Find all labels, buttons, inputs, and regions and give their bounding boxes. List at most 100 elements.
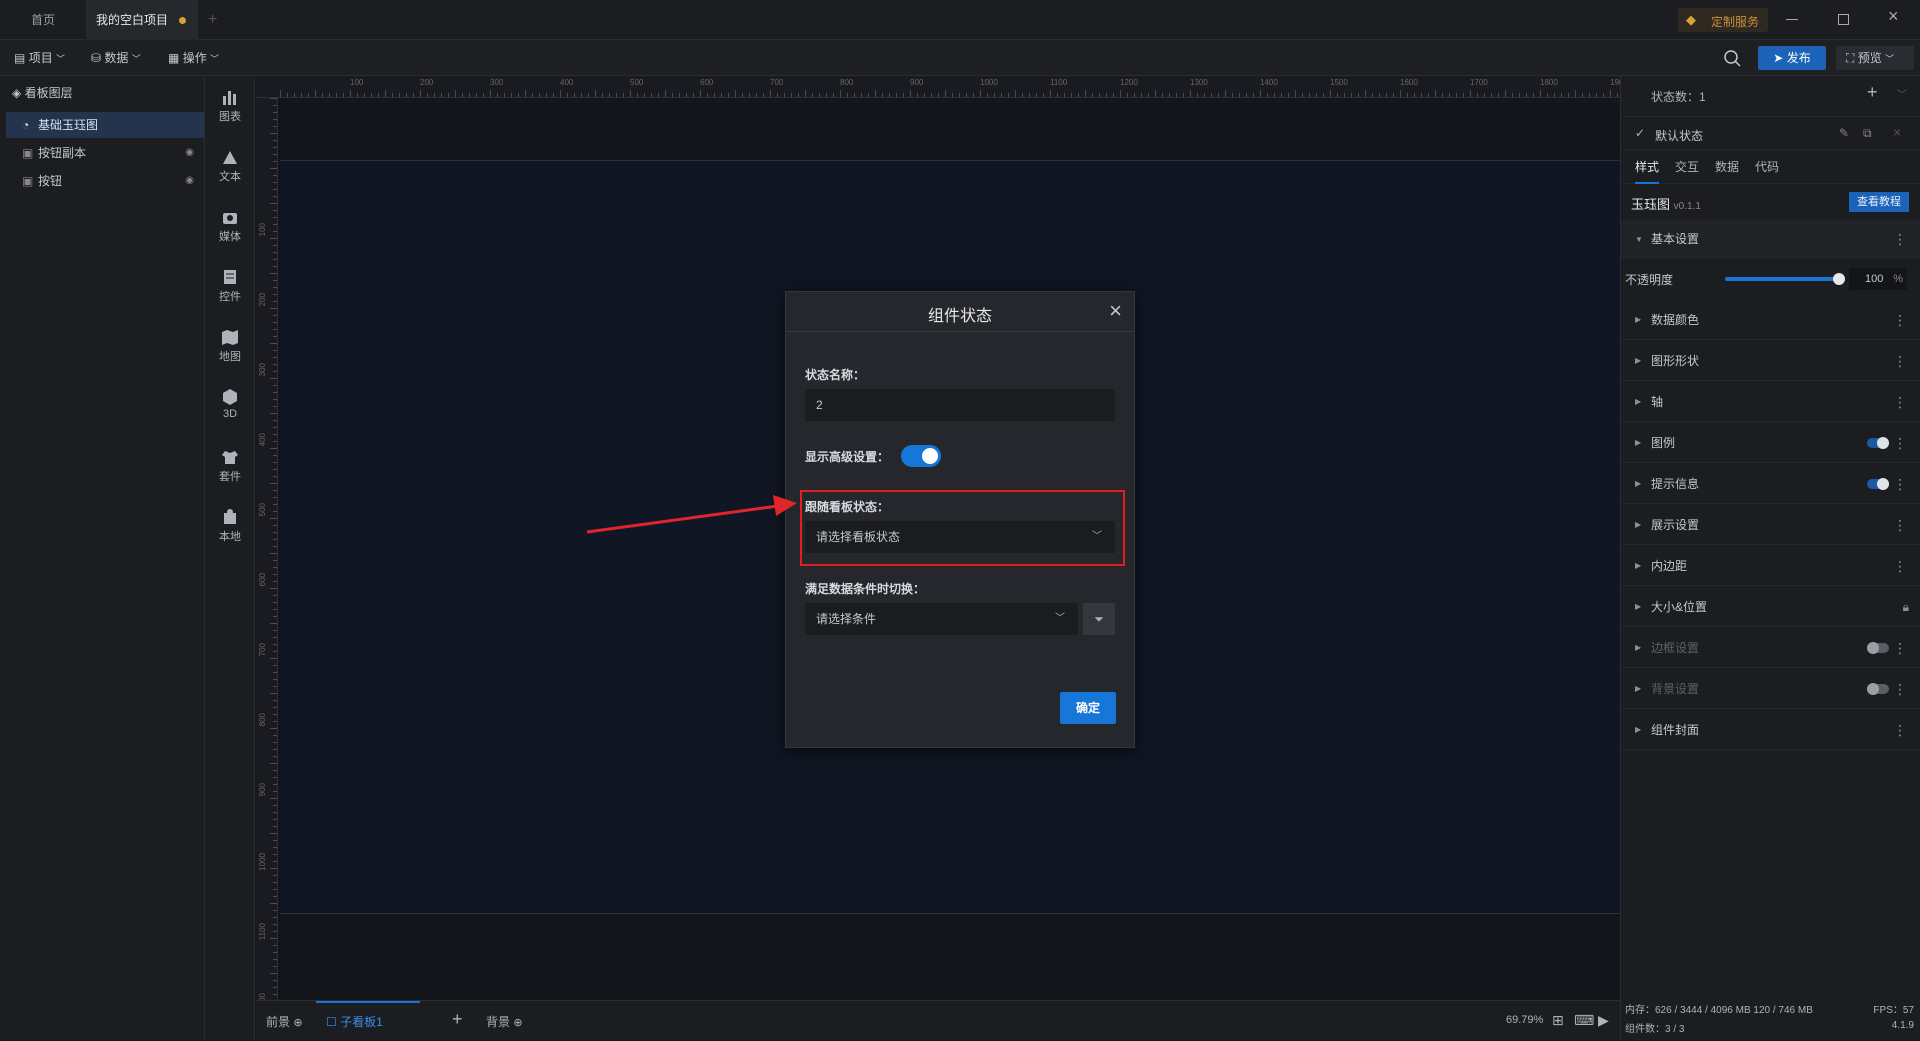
menu-operate[interactable]: ▦ 操作 ﹀ xyxy=(168,40,219,76)
publish-label: 发布 xyxy=(1786,51,1811,65)
add-circle-icon[interactable]: ⊕ xyxy=(513,1017,522,1029)
delete-icon[interactable]: × xyxy=(1893,124,1901,140)
kebab-menu-icon[interactable]: ⋮ xyxy=(1893,505,1907,545)
state-name-input[interactable]: 2 xyxy=(805,389,1115,421)
kebab-menu-icon[interactable]: ⋮ xyxy=(1893,300,1907,340)
restore-icon[interactable] xyxy=(1838,14,1849,25)
opacity-slider-thumb[interactable] xyxy=(1833,273,1845,285)
library-local[interactable]: 本地 xyxy=(205,502,255,560)
tab-code[interactable]: 代码 xyxy=(1755,152,1779,182)
kebab-menu-icon[interactable]: ⋮ xyxy=(1893,628,1907,668)
custom-service-button[interactable]: ◆ 定制服务 xyxy=(1678,8,1768,32)
keyboard-icon[interactable]: ⌨ xyxy=(1574,1012,1594,1029)
section-row[interactable]: ▶ 图例 ⋮ xyxy=(1621,423,1920,463)
section-row[interactable]: ▶ 轴 ⋮ xyxy=(1621,382,1920,422)
close-icon[interactable]: × xyxy=(1109,298,1122,324)
opacity-slider[interactable] xyxy=(1725,273,1845,285)
search-icon[interactable] xyxy=(1723,49,1741,67)
kebab-menu-icon[interactable]: ⋮ xyxy=(1893,546,1907,586)
library-text[interactable]: 文本 xyxy=(205,142,255,200)
close-window-icon[interactable]: × xyxy=(1888,6,1899,27)
kebab-menu-icon[interactable]: ⋮ xyxy=(1893,669,1907,709)
section-row[interactable]: ▶ 提示信息 ⋮ xyxy=(1621,464,1920,504)
filter-icon[interactable]: ⏷ xyxy=(1083,603,1115,635)
ruler-tick-label: 100 xyxy=(258,223,267,237)
tab-project[interactable]: 我的空白项目 xyxy=(86,0,198,40)
default-state-row[interactable]: ✓ 默认状态 ✎ ⧉ × xyxy=(1621,116,1920,150)
section-row[interactable]: ▶ 大小&位置 🔒︎ xyxy=(1621,587,1920,627)
tab-style[interactable]: 样式 xyxy=(1635,152,1660,184)
subboard-tab[interactable]: ☐ 子看板1 xyxy=(316,1001,420,1041)
ruler-horizontal[interactable]: 100 200 300 400 500 600 700 800 900 1000 1100 1200 1… xyxy=(256,76,1620,98)
layer-item[interactable]: ▣ 按钮 ◉ xyxy=(6,168,204,194)
opacity-input[interactable]: 100% xyxy=(1849,268,1907,290)
chevron-down-icon[interactable]: ﹀ xyxy=(1897,86,1907,101)
section-row[interactable]: ▶ 组件封面 ⋮ xyxy=(1621,710,1920,750)
edit-icon[interactable]: ✎ xyxy=(1839,126,1849,140)
section-row[interactable]: ▶ 内边距 ⋮ xyxy=(1621,546,1920,586)
menu-data[interactable]: ⛁ 数据 ﹀ xyxy=(91,40,141,76)
layer-item[interactable]: ▣ 按钮副本 ◉ xyxy=(6,140,204,166)
publish-button[interactable]: ➤ 发布 xyxy=(1758,46,1826,70)
kebab-menu-icon[interactable]: ⋮ xyxy=(1893,464,1907,504)
tab-home[interactable]: 首页 xyxy=(0,0,86,40)
tab-interaction[interactable]: 交互 xyxy=(1675,152,1699,182)
library-chart[interactable]: 图表 xyxy=(205,82,255,140)
section-row[interactable]: ▶ 展示设置 ⋮ xyxy=(1621,505,1920,545)
fit-screen-icon[interactable]: ⊞ xyxy=(1552,1012,1564,1029)
library-control[interactable]: 控件 xyxy=(205,262,255,320)
section-row[interactable]: ▶ 边框设置 ⋮ xyxy=(1621,628,1920,668)
section-toggle[interactable] xyxy=(1867,478,1889,490)
add-circle-icon[interactable]: ⊕ xyxy=(293,1017,302,1029)
section-row[interactable]: ▶ 数据颜色 ⋮ xyxy=(1621,300,1920,340)
hidden-eye-icon[interactable]: ◉ xyxy=(185,168,194,194)
foreground-tab[interactable]: 前景 ⊕ xyxy=(266,1013,303,1030)
library-media[interactable]: 媒体 xyxy=(205,202,255,260)
tutorial-button[interactable]: 查看教程 xyxy=(1849,192,1909,212)
add-state-icon[interactable]: + xyxy=(1867,82,1878,103)
database-icon: ⛁ xyxy=(91,51,102,65)
layer-item-label: 按钮副本 xyxy=(38,146,87,160)
toggle-knob xyxy=(1867,642,1879,654)
chevron-down-icon: ﹀ xyxy=(1885,54,1895,64)
kebab-menu-icon[interactable]: ⋮ xyxy=(1893,341,1907,381)
kebab-menu-icon[interactable]: ⋮ xyxy=(1893,423,1907,463)
kebab-menu-icon[interactable]: ⋮ xyxy=(1893,220,1907,258)
advanced-settings-toggle[interactable] xyxy=(901,445,941,467)
preview-button[interactable]: ⛶ 预览 ﹀ xyxy=(1836,46,1914,70)
ruler-tick-label: 800 xyxy=(258,713,267,727)
section-toggle[interactable] xyxy=(1867,642,1889,654)
data-condition-select[interactable]: 请选择条件 ﹀ xyxy=(805,603,1078,635)
chevron-down-icon: ﹀ xyxy=(56,54,66,64)
new-tab-button[interactable]: + xyxy=(208,0,228,40)
tab-data[interactable]: 数据 xyxy=(1715,152,1739,182)
hidden-eye-icon[interactable]: ◉ xyxy=(185,140,194,166)
copy-icon[interactable]: ⧉ xyxy=(1863,126,1872,141)
section-row[interactable]: ▶ 图形形状 ⋮ xyxy=(1621,341,1920,381)
minimize-icon[interactable] xyxy=(1786,19,1798,20)
caret-right-icon: ▶ xyxy=(1635,438,1642,447)
kebab-menu-icon[interactable]: ⋮ xyxy=(1893,710,1907,750)
library-map[interactable]: 地图 xyxy=(205,322,255,380)
image-icon: ▣ xyxy=(22,174,34,188)
layer-item[interactable]: ◔ 基础玉珏图 xyxy=(6,112,204,138)
add-board-button[interactable]: + xyxy=(452,1009,463,1030)
section-toggle[interactable] xyxy=(1867,683,1889,695)
ruler-vertical[interactable]: 100 200 300 400 500 600 700 800 900 1000 1100 1200 xyxy=(256,98,278,1000)
library-3d[interactable]: 3D xyxy=(205,382,255,440)
cube-icon xyxy=(223,389,237,405)
menu-project[interactable]: ▤ 项目 ﹀ xyxy=(14,40,65,76)
ruler-tick-label: 900 xyxy=(258,783,267,797)
terminal-icon[interactable]: ▶ xyxy=(1598,1012,1609,1029)
section-toggle[interactable] xyxy=(1867,437,1889,449)
section-basic[interactable]: ▼ 基本设置 ⋮ xyxy=(1621,220,1920,258)
follow-board-state-select[interactable]: 请选择看板状态 ﹀ xyxy=(805,521,1115,553)
confirm-button[interactable]: 确定 xyxy=(1060,692,1116,724)
background-tab[interactable]: 背景 ⊕ xyxy=(486,1013,523,1030)
lock-icon[interactable]: 🔒︎ xyxy=(1903,587,1909,627)
library-kit[interactable]: 套件 xyxy=(205,442,255,500)
section-row[interactable]: ▶ 背景设置 ⋮ xyxy=(1621,669,1920,709)
zoom-level[interactable]: 69.79% xyxy=(1506,1014,1543,1026)
ruler-tick-label: 1800 xyxy=(1540,78,1558,87)
kebab-menu-icon[interactable]: ⋮ xyxy=(1893,382,1907,422)
